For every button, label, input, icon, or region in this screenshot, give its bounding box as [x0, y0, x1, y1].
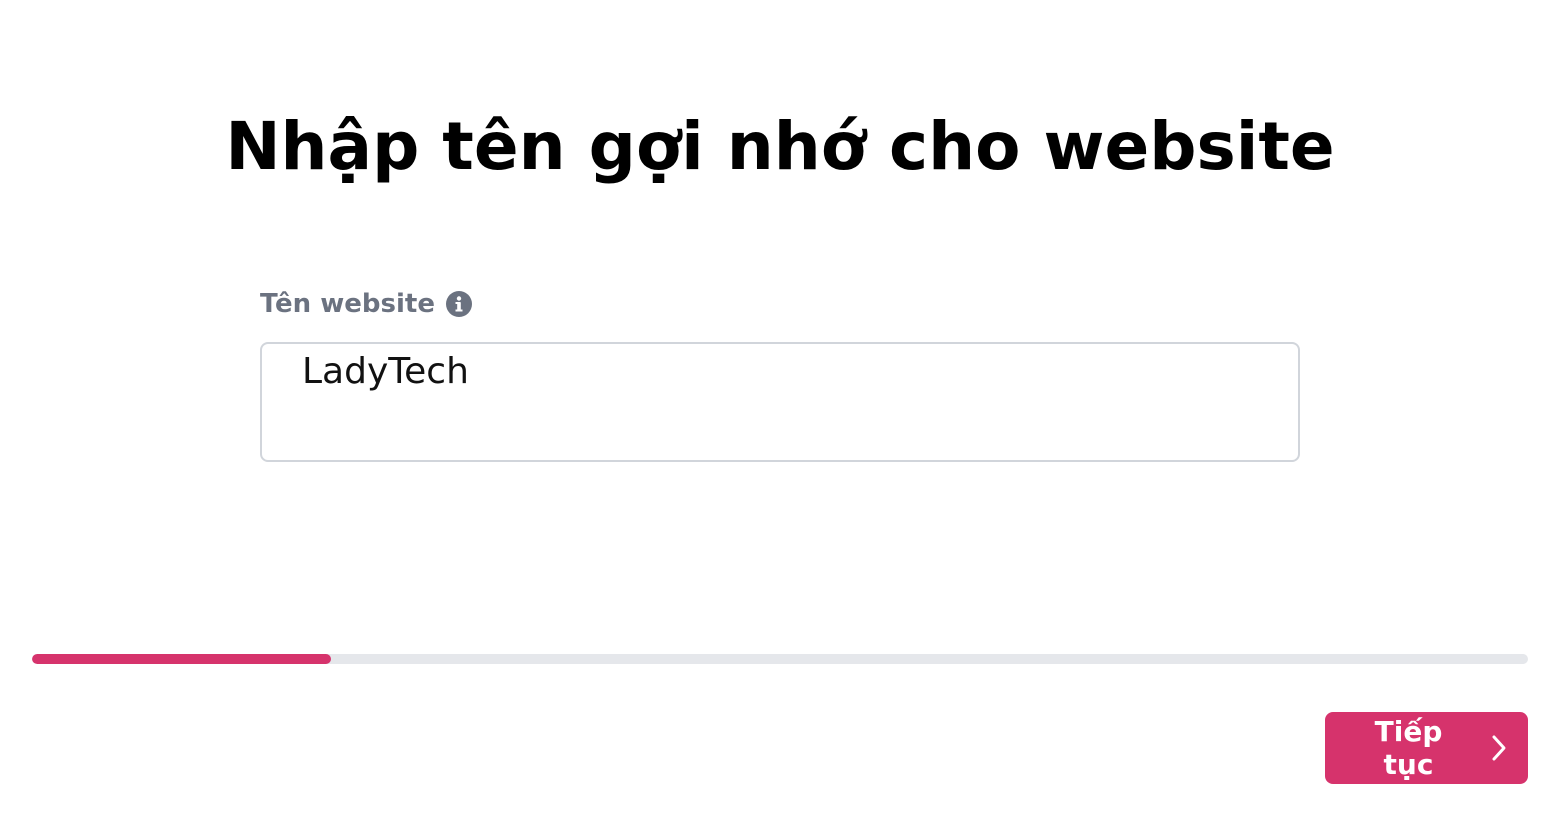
page-title: Nhập tên gợi nhớ cho website — [225, 108, 1335, 185]
page: Nhập tên gợi nhớ cho website Tên website… — [0, 0, 1560, 818]
continue-label: Tiếp tục — [1374, 715, 1443, 781]
continue-button[interactable]: Tiếp tục — [1325, 712, 1528, 784]
website-name-input[interactable] — [260, 342, 1300, 462]
website-name-label: Tên website — [260, 289, 435, 319]
progress-bar — [32, 654, 1528, 664]
chevron-right-icon — [1490, 733, 1508, 763]
info-icon[interactable] — [445, 290, 473, 318]
progress-fill — [32, 654, 332, 664]
field-label-row: Tên website — [260, 286, 473, 322]
